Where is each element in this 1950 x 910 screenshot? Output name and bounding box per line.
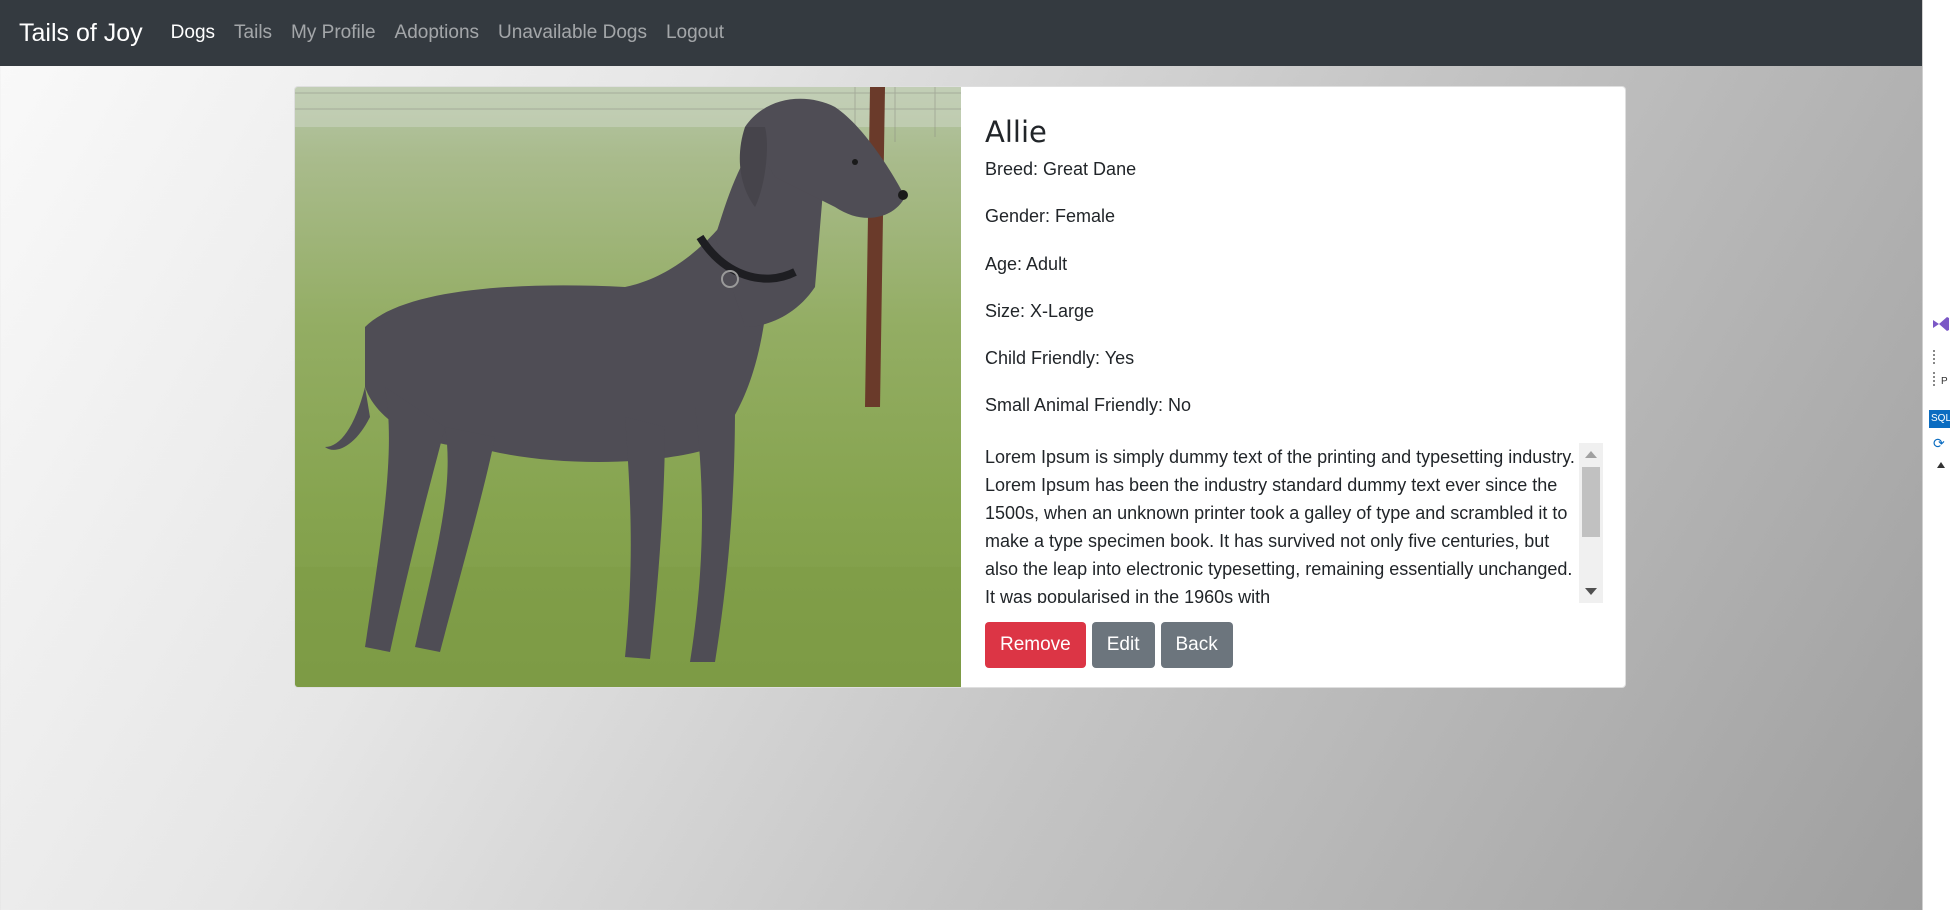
nav-link-unavailable-dogs[interactable]: Unavailable Dogs — [498, 22, 647, 44]
expand-triangle-icon[interactable] — [1937, 462, 1945, 468]
brand-logo-link[interactable]: Tails of Joy — [19, 19, 143, 48]
nav-link-dogs[interactable]: Dogs — [171, 22, 215, 44]
dog-name-heading: Allie — [985, 115, 1047, 149]
back-button[interactable]: Back — [1160, 621, 1233, 668]
dog-detail-card: Allie Breed: Great Dane Gender: Female A… — [294, 86, 1626, 688]
background-window-strip: P SQL ⟳ — [1922, 0, 1950, 910]
top-navbar: Tails of Joy Dogs Tails My Profile Adopt… — [0, 0, 1922, 66]
action-buttons: Remove Edit Back — [985, 621, 1603, 668]
nav-link-tails[interactable]: Tails — [234, 22, 272, 44]
grip-dots-icon — [1933, 350, 1936, 364]
scrollbar-thumb[interactable] — [1582, 466, 1600, 537]
dog-description: Lorem Ipsum is simply dummy text of the … — [985, 446, 1575, 603]
edit-button[interactable]: Edit — [1091, 621, 1155, 668]
sql-tab[interactable]: SQL — [1929, 410, 1950, 428]
great-dane-illustration — [295, 87, 961, 687]
dog-age: Age: Adult — [985, 253, 1068, 274]
remove-button[interactable]: Remove — [985, 621, 1086, 668]
grip-dots-icon — [1933, 372, 1936, 386]
dog-small-animal-friendly: Small Animal Friendly: No — [985, 395, 1192, 416]
nav-link-logout[interactable]: Logout — [666, 22, 724, 44]
description-scroll-box[interactable]: Lorem Ipsum is simply dummy text of the … — [985, 442, 1603, 603]
scroll-down-arrow-icon[interactable] — [1585, 587, 1597, 595]
panel-letter: P — [1941, 376, 1948, 387]
nav-link-my-profile[interactable]: My Profile — [291, 22, 375, 44]
nav-link-adoptions[interactable]: Adoptions — [395, 22, 480, 44]
scroll-up-arrow-icon[interactable] — [1585, 450, 1597, 458]
visual-studio-icon — [1933, 317, 1949, 331]
dog-breed: Breed: Great Dane — [985, 159, 1137, 179]
dog-size: Size: X-Large — [985, 300, 1095, 321]
refresh-icon[interactable]: ⟳ — [1933, 436, 1947, 450]
dog-photo — [295, 87, 961, 687]
dog-child-friendly: Child Friendly: Yes — [985, 348, 1135, 369]
dog-gender: Gender: Female — [985, 206, 1116, 227]
description-scrollbar[interactable] — [1579, 442, 1603, 603]
dog-info-panel: Allie Breed: Great Dane Gender: Female A… — [961, 87, 1625, 687]
